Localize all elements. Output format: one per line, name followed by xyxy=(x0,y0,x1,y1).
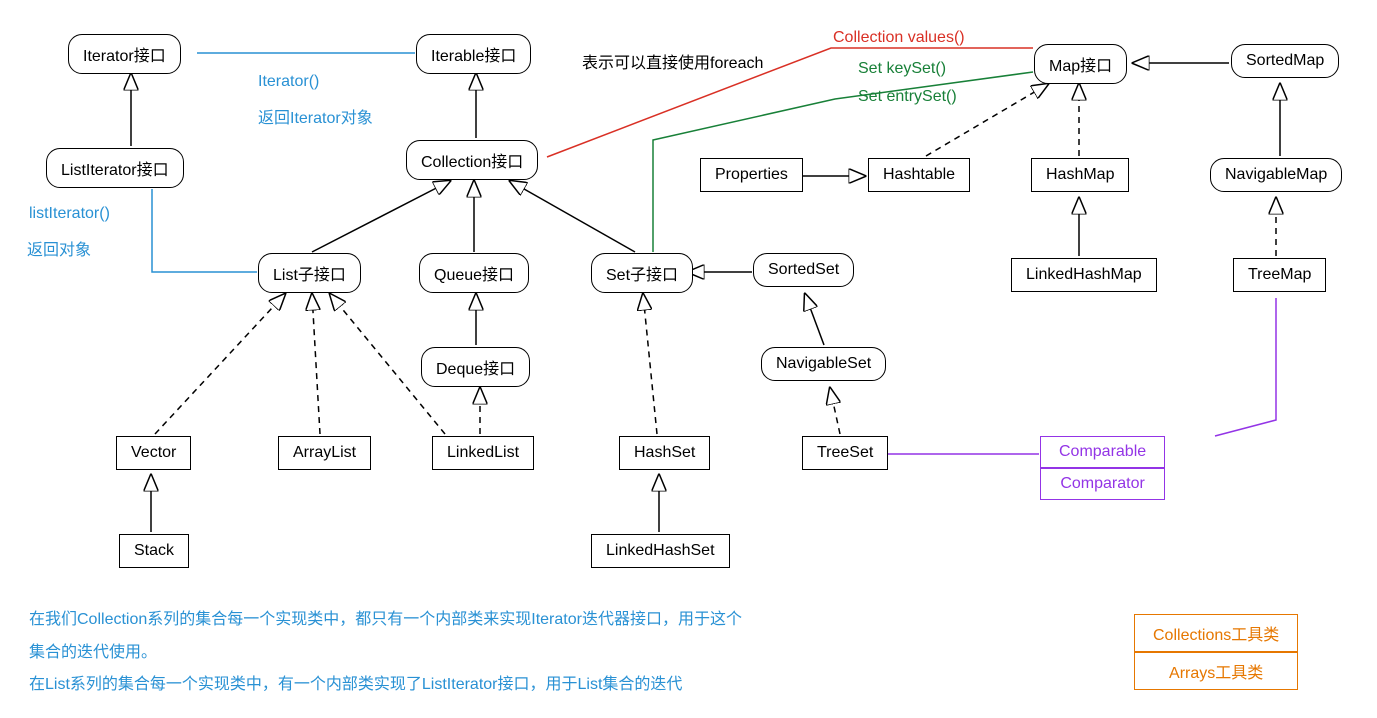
node-linkedhashset: LinkedHashSet xyxy=(591,534,730,568)
node-map: Map接口 xyxy=(1034,44,1127,84)
node-deque: Deque接口 xyxy=(421,347,530,387)
node-collection: Collection接口 xyxy=(406,140,538,180)
node-iterator: Iterator接口 xyxy=(68,34,181,74)
node-queue: Queue接口 xyxy=(419,253,529,293)
annotation-iterator-method: Iterator() xyxy=(258,73,319,91)
node-treemap: TreeMap xyxy=(1233,258,1326,292)
node-arraylist: ArrayList xyxy=(278,436,371,470)
stack-comparable-stack: ComparableComparator xyxy=(1040,436,1165,500)
stack-cell: Arrays工具类 xyxy=(1134,652,1298,690)
annotation-set-keyset: Set keySet() xyxy=(858,60,946,78)
annotation-iterator-return: 返回Iterator对象 xyxy=(258,104,373,128)
node-linkedlist: LinkedList xyxy=(432,436,534,470)
node-sortedset: SortedSet xyxy=(753,253,854,287)
node-hashset: HashSet xyxy=(619,436,710,470)
node-set: Set子接口 xyxy=(591,253,693,293)
annotation-listiterator-return: 返回对象 xyxy=(27,236,91,260)
stack-cell: Comparator xyxy=(1040,468,1165,500)
stack-cell: Collections工具类 xyxy=(1134,614,1298,652)
node-linkedhashmap: LinkedHashMap xyxy=(1011,258,1157,292)
node-properties: Properties xyxy=(700,158,803,192)
node-iterable: Iterable接口 xyxy=(416,34,531,74)
node-sortedmap: SortedMap xyxy=(1231,44,1339,78)
node-vector: Vector xyxy=(116,436,191,470)
annotation-collection-values: Collection values() xyxy=(833,29,965,47)
node-listiterator: ListIterator接口 xyxy=(46,148,184,188)
node-list: List子接口 xyxy=(258,253,361,293)
stack-collections-stack: Collections工具类Arrays工具类 xyxy=(1134,614,1298,690)
node-treeset: TreeSet xyxy=(802,436,888,470)
node-navigableset: NavigableSet xyxy=(761,347,886,381)
annotation-listiterator-method: listIterator() xyxy=(29,205,110,223)
node-navigablemap: NavigableMap xyxy=(1210,158,1342,192)
node-stack: Stack xyxy=(119,534,189,568)
annotation-foreach-note: 表示可以直接使用foreach xyxy=(582,49,763,73)
node-hashmap: HashMap xyxy=(1031,158,1129,192)
annotation-set-entryset: Set entrySet() xyxy=(858,88,957,106)
annotation-note2: 在List系列的集合每一个实现类中，有一个内部类实现了ListIterator接… xyxy=(29,670,682,694)
node-hashtable: Hashtable xyxy=(868,158,970,192)
stack-cell: Comparable xyxy=(1040,436,1165,468)
annotation-note1: 在我们Collection系列的集合每一个实现类中，都只有一个内部类来实现Ite… xyxy=(29,605,742,629)
annotation-note1b: 集合的迭代使用。 xyxy=(29,638,157,662)
